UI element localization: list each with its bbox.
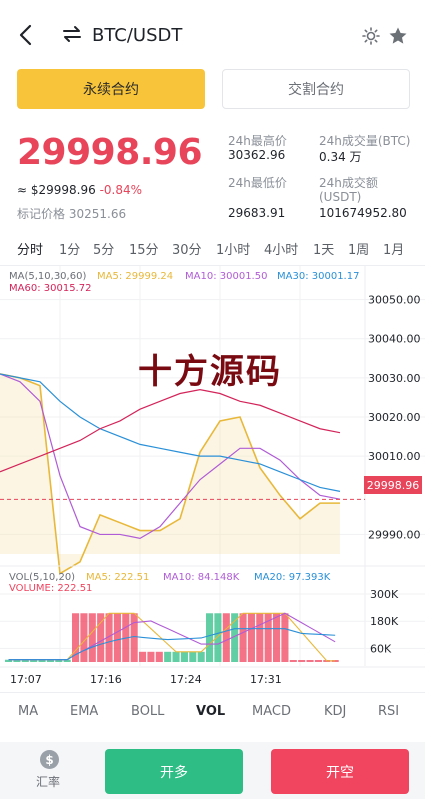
volume-btc-value: 0.34 万 bbox=[319, 150, 362, 164]
vol-ma5-legend: MA5: 222.51 bbox=[86, 572, 149, 583]
current-price-tag: 29998.96 bbox=[364, 476, 422, 494]
x-tick-label: 17:31 bbox=[250, 673, 282, 686]
volume-bar bbox=[206, 613, 214, 662]
volume-bar bbox=[189, 651, 197, 662]
open-short-button[interactable]: 开空 bbox=[271, 749, 409, 794]
volume-bar bbox=[247, 613, 255, 662]
indicator-tab[interactable]: EMA bbox=[70, 704, 98, 719]
volume-bar bbox=[273, 613, 281, 662]
mark-price: 标记价格 30251.66 bbox=[17, 205, 126, 222]
volume-bar bbox=[113, 613, 121, 662]
indicator-tab[interactable]: MA bbox=[18, 704, 38, 719]
volume-bar bbox=[172, 651, 180, 662]
mark-price-value: 30251.66 bbox=[68, 207, 127, 221]
turnover-usdt-label: 24h成交额 bbox=[319, 176, 378, 190]
low-24h-value: 29683.91 bbox=[228, 206, 286, 220]
indicator-tab[interactable]: BOLL bbox=[131, 704, 164, 719]
volume-bar bbox=[130, 613, 138, 662]
volume-bar bbox=[239, 613, 247, 662]
ma-legend-title: MA(5,10,30,60) bbox=[9, 271, 86, 282]
approx-value: ≈ $29998.96 bbox=[17, 183, 96, 197]
indicator-tab[interactable]: VOL bbox=[196, 704, 225, 719]
sun-icon[interactable] bbox=[362, 27, 380, 45]
high-24h-label: 24h最高价 bbox=[228, 134, 287, 148]
y-tick-label: 29990.00 bbox=[368, 528, 421, 541]
volume-bar bbox=[164, 651, 172, 662]
interval-tab[interactable]: 5分 bbox=[93, 239, 114, 258]
ma10-legend: MA10: 30001.50 bbox=[185, 271, 267, 282]
vol-y-tick-label: 300K bbox=[370, 588, 399, 601]
interval-tab[interactable]: 分时 bbox=[17, 239, 43, 258]
volume-legend: VOLUME: 222.51 bbox=[9, 583, 92, 594]
trading-pair-title[interactable]: BTC/USDT bbox=[92, 25, 182, 46]
interval-tab[interactable]: 1分 bbox=[59, 239, 80, 258]
last-price: 29998.96 bbox=[17, 132, 203, 173]
tab-perpetual-contract[interactable]: 永续合约 bbox=[17, 69, 205, 109]
y-tick-label: 30050.00 bbox=[368, 294, 421, 307]
volume-bar bbox=[88, 613, 96, 662]
ma30-legend: MA30: 30001.17 bbox=[277, 271, 359, 282]
tab-delivery-contract[interactable]: 交割合约 bbox=[222, 69, 410, 109]
volume-bar bbox=[155, 651, 163, 662]
approx-usd-price: ≈ $29998.96 -0.84% bbox=[17, 183, 142, 197]
open-long-button[interactable]: 开多 bbox=[105, 749, 243, 794]
x-tick-label: 17:24 bbox=[170, 673, 202, 686]
x-tick-label: 17:16 bbox=[90, 673, 122, 686]
price-chart[interactable]: 30050.00 30040.00 30030.00 30020.00 30010.00… bbox=[0, 266, 425, 691]
indicator-tab[interactable]: KDJ bbox=[324, 704, 346, 719]
high-24h-value: 30362.96 bbox=[228, 148, 286, 162]
price-area bbox=[0, 373, 340, 574]
vol-legend-title: VOL(5,10,20) bbox=[9, 572, 75, 583]
interval-tab[interactable]: 30分 bbox=[172, 239, 202, 258]
indicator-tab[interactable]: RSI bbox=[378, 704, 399, 719]
volume-bar bbox=[298, 660, 306, 662]
volume-bar bbox=[147, 651, 155, 662]
price-change-percent: -0.84% bbox=[99, 183, 143, 197]
ma5-legend: MA5: 29999.24 bbox=[97, 271, 173, 282]
volume-btc-label: 24h成交量(BTC) bbox=[319, 134, 411, 148]
low-24h-label: 24h最低价 bbox=[228, 176, 287, 190]
volume-bar bbox=[139, 651, 147, 662]
ma60-legend: MA60: 30015.72 bbox=[9, 283, 91, 294]
volume-bar bbox=[214, 613, 222, 662]
interval-tab[interactable]: 15分 bbox=[129, 239, 159, 258]
interval-tab[interactable]: 1月 bbox=[383, 239, 404, 258]
back-arrow-icon[interactable] bbox=[14, 22, 38, 48]
ma60-line bbox=[0, 388, 341, 473]
y-tick-label: 30030.00 bbox=[368, 372, 421, 385]
volume-bar bbox=[289, 660, 297, 662]
y-tick-label: 30020.00 bbox=[368, 411, 421, 424]
volume-bar bbox=[222, 613, 230, 662]
volume-bar bbox=[256, 613, 264, 662]
interval-tab[interactable]: 1小时 bbox=[216, 239, 250, 258]
volume-bar bbox=[180, 651, 188, 662]
interval-tab[interactable]: 1天 bbox=[313, 239, 334, 258]
x-tick-label: 17:07 bbox=[10, 673, 42, 686]
watermark-text: 十方源码 bbox=[138, 352, 282, 392]
volume-bar bbox=[314, 660, 322, 662]
interval-tab[interactable]: 1周 bbox=[348, 239, 369, 258]
dollar-icon[interactable]: $ bbox=[40, 750, 59, 769]
vol-y-tick-label: 60K bbox=[370, 642, 392, 655]
vol-ma10-legend: MA10: 84.148K bbox=[163, 572, 240, 583]
vol-ma20-legend: MA20: 97.393K bbox=[254, 572, 331, 583]
star-icon[interactable] bbox=[388, 26, 408, 46]
turnover-usdt-unit: (USDT) bbox=[319, 190, 362, 204]
volume-bar bbox=[281, 613, 289, 662]
indicator-tab[interactable]: MACD bbox=[252, 704, 291, 719]
vol-y-tick-label: 180K bbox=[370, 615, 399, 628]
turnover-usdt-value: 101674952.80 bbox=[319, 206, 407, 220]
volume-bar bbox=[306, 660, 314, 662]
y-tick-label: 30040.00 bbox=[368, 333, 421, 346]
mark-price-label: 标记价格 bbox=[17, 207, 66, 221]
exchange-rate-label[interactable]: 汇率 bbox=[36, 773, 60, 790]
volume-bar bbox=[197, 651, 205, 662]
swap-icon[interactable] bbox=[62, 24, 82, 44]
interval-tab[interactable]: 4小时 bbox=[264, 239, 298, 258]
divider bbox=[0, 692, 425, 693]
y-tick-label: 30010.00 bbox=[368, 450, 421, 463]
